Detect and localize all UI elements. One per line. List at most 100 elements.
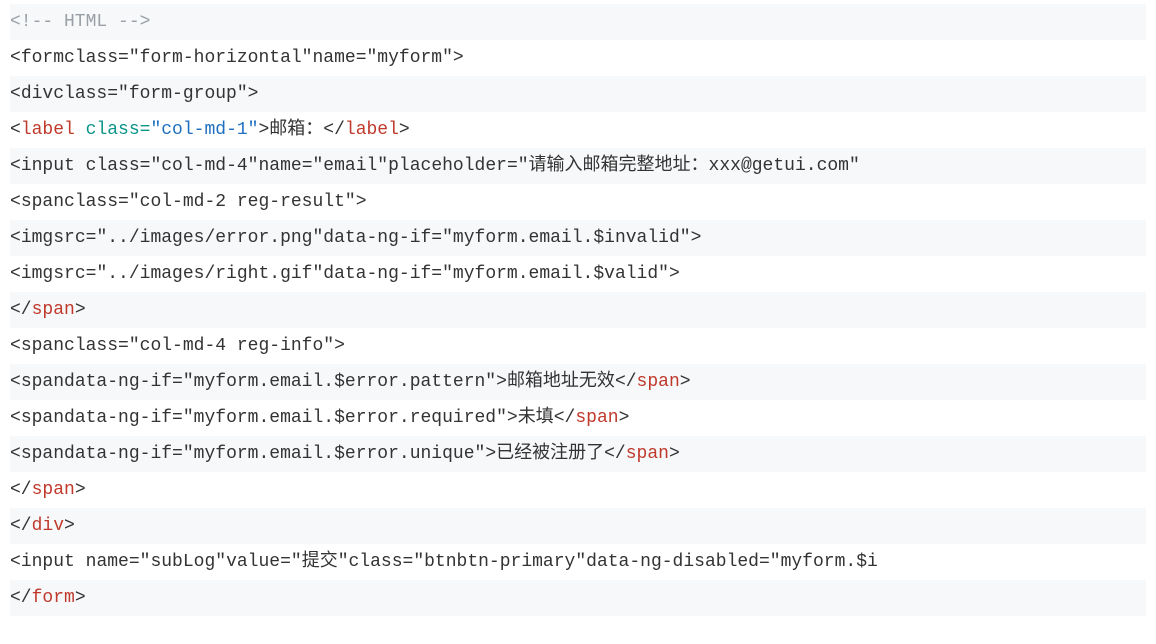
angle-open: < xyxy=(10,192,21,212)
angle-close: > xyxy=(619,408,630,428)
attr-value: "myform.email.$invalid" xyxy=(442,228,690,248)
angle-close: > xyxy=(680,372,691,392)
attr-name: data-ng-if= xyxy=(64,444,183,464)
code-line: <spanclass="col-md-4 reg-info"> xyxy=(10,328,1146,364)
angle-close: > xyxy=(496,372,507,392)
attr-value: "myform.$i xyxy=(770,552,878,572)
angle-open: < xyxy=(10,552,21,572)
attr-value: "myform.email.$error.required" xyxy=(183,408,507,428)
angle-open: < xyxy=(10,228,21,248)
code-line: <!-- HTML --> xyxy=(10,4,1146,40)
code-block: <!-- HTML --> <formclass="form-horizonta… xyxy=(0,0,1156,620)
code-line: <input name="subLog"value="提交"class="btn… xyxy=(10,544,1146,580)
attr-name: src= xyxy=(53,228,96,248)
angle-open: < xyxy=(10,372,21,392)
angle-open: </ xyxy=(10,480,32,500)
tag-name: input xyxy=(21,552,75,572)
angle-close: > xyxy=(669,444,680,464)
attr-name: class= xyxy=(53,84,118,104)
attr-name: name= xyxy=(258,156,312,176)
angle-close: > xyxy=(334,336,345,356)
angle-open: </ xyxy=(323,120,345,140)
tag-name: span xyxy=(32,300,75,320)
attr-name: class= xyxy=(64,336,129,356)
angle-close: > xyxy=(258,120,269,140)
tag-name: span xyxy=(575,408,618,428)
attr-name: data-ng-disabled= xyxy=(586,552,770,572)
attr-name: data-ng-if= xyxy=(323,228,442,248)
attr-value: "../images/error.png" xyxy=(96,228,323,248)
angle-close: > xyxy=(399,120,410,140)
text-content: 邮箱： xyxy=(269,120,323,140)
code-line: </form> xyxy=(10,580,1146,616)
attr-name: class= xyxy=(64,48,129,68)
tag-name: div xyxy=(21,84,53,104)
angle-open: </ xyxy=(10,516,32,536)
code-line: <formclass="form-horizontal"name="myform… xyxy=(10,40,1146,76)
angle-open: </ xyxy=(554,408,576,428)
tag-name: span xyxy=(21,372,64,392)
tag-name: img xyxy=(21,228,53,248)
attr-value: "form-horizontal" xyxy=(129,48,313,68)
attr-name: class= xyxy=(86,120,151,140)
angle-open: </ xyxy=(615,372,637,392)
space xyxy=(75,120,86,140)
code-line: <imgsrc="../images/right.gif"data-ng-if=… xyxy=(10,256,1146,292)
attr-name: data-ng-if= xyxy=(323,264,442,284)
code-line: </span> xyxy=(10,292,1146,328)
tag-name: input xyxy=(21,156,75,176)
attr-name: src= xyxy=(53,264,96,284)
attr-value: "subLog" xyxy=(140,552,226,572)
space xyxy=(75,156,86,176)
attr-name: data-ng-if= xyxy=(64,372,183,392)
tag-name: form xyxy=(32,588,75,608)
attr-value: "myform.email.$error.pattern" xyxy=(183,372,496,392)
angle-close: > xyxy=(485,444,496,464)
text-content: 邮箱地址无效 xyxy=(507,372,615,392)
space xyxy=(75,552,86,572)
attr-name: class= xyxy=(349,552,414,572)
attr-value: "提交" xyxy=(291,552,349,572)
angle-close: > xyxy=(669,264,680,284)
tag-name: div xyxy=(32,516,64,536)
angle-close: > xyxy=(691,228,702,248)
code-line: <spandata-ng-if="myform.email.$error.uni… xyxy=(10,436,1146,472)
attr-value: "form-group" xyxy=(118,84,248,104)
code-comment: <!-- HTML --> xyxy=(10,12,150,32)
angle-open: </ xyxy=(604,444,626,464)
attr-name: name= xyxy=(86,552,140,572)
tag-name: label xyxy=(21,120,75,140)
angle-open: < xyxy=(10,48,21,68)
angle-close: > xyxy=(64,516,75,536)
angle-close: > xyxy=(75,480,86,500)
attr-value: "col-md-2 reg-result" xyxy=(129,192,356,212)
angle-close: > xyxy=(75,300,86,320)
attr-value: "请输入邮箱完整地址：xxx@getui.com" xyxy=(518,156,860,176)
angle-close: > xyxy=(75,588,86,608)
code-line: <input class="col-md-4"name="email"place… xyxy=(10,148,1146,184)
code-line: <spanclass="col-md-2 reg-result"> xyxy=(10,184,1146,220)
angle-open: < xyxy=(10,408,21,428)
attr-name: placeholder= xyxy=(388,156,518,176)
text-content: 未填 xyxy=(518,408,554,428)
code-line: </div> xyxy=(10,508,1146,544)
attr-value: "myform.email.$error.unique" xyxy=(183,444,485,464)
angle-open: < xyxy=(10,156,21,176)
tag-name: span xyxy=(32,480,75,500)
tag-name: span xyxy=(626,444,669,464)
code-line: <divclass="form-group"> xyxy=(10,76,1146,112)
attr-value: "myform.email.$valid" xyxy=(442,264,669,284)
attr-value: "email" xyxy=(313,156,389,176)
attr-value: "col-md-4 reg-info" xyxy=(129,336,334,356)
tag-name: label xyxy=(345,120,399,140)
attr-name: class= xyxy=(64,192,129,212)
text-content: 已经被注册了 xyxy=(496,444,604,464)
code-line: <spandata-ng-if="myform.email.$error.pat… xyxy=(10,364,1146,400)
angle-open: < xyxy=(10,264,21,284)
angle-open: < xyxy=(10,84,21,104)
attr-value: "btnbtn-primary" xyxy=(413,552,586,572)
attr-value: "myform" xyxy=(367,48,453,68)
tag-name: span xyxy=(21,336,64,356)
angle-close: > xyxy=(507,408,518,428)
tag-name: span xyxy=(21,444,64,464)
